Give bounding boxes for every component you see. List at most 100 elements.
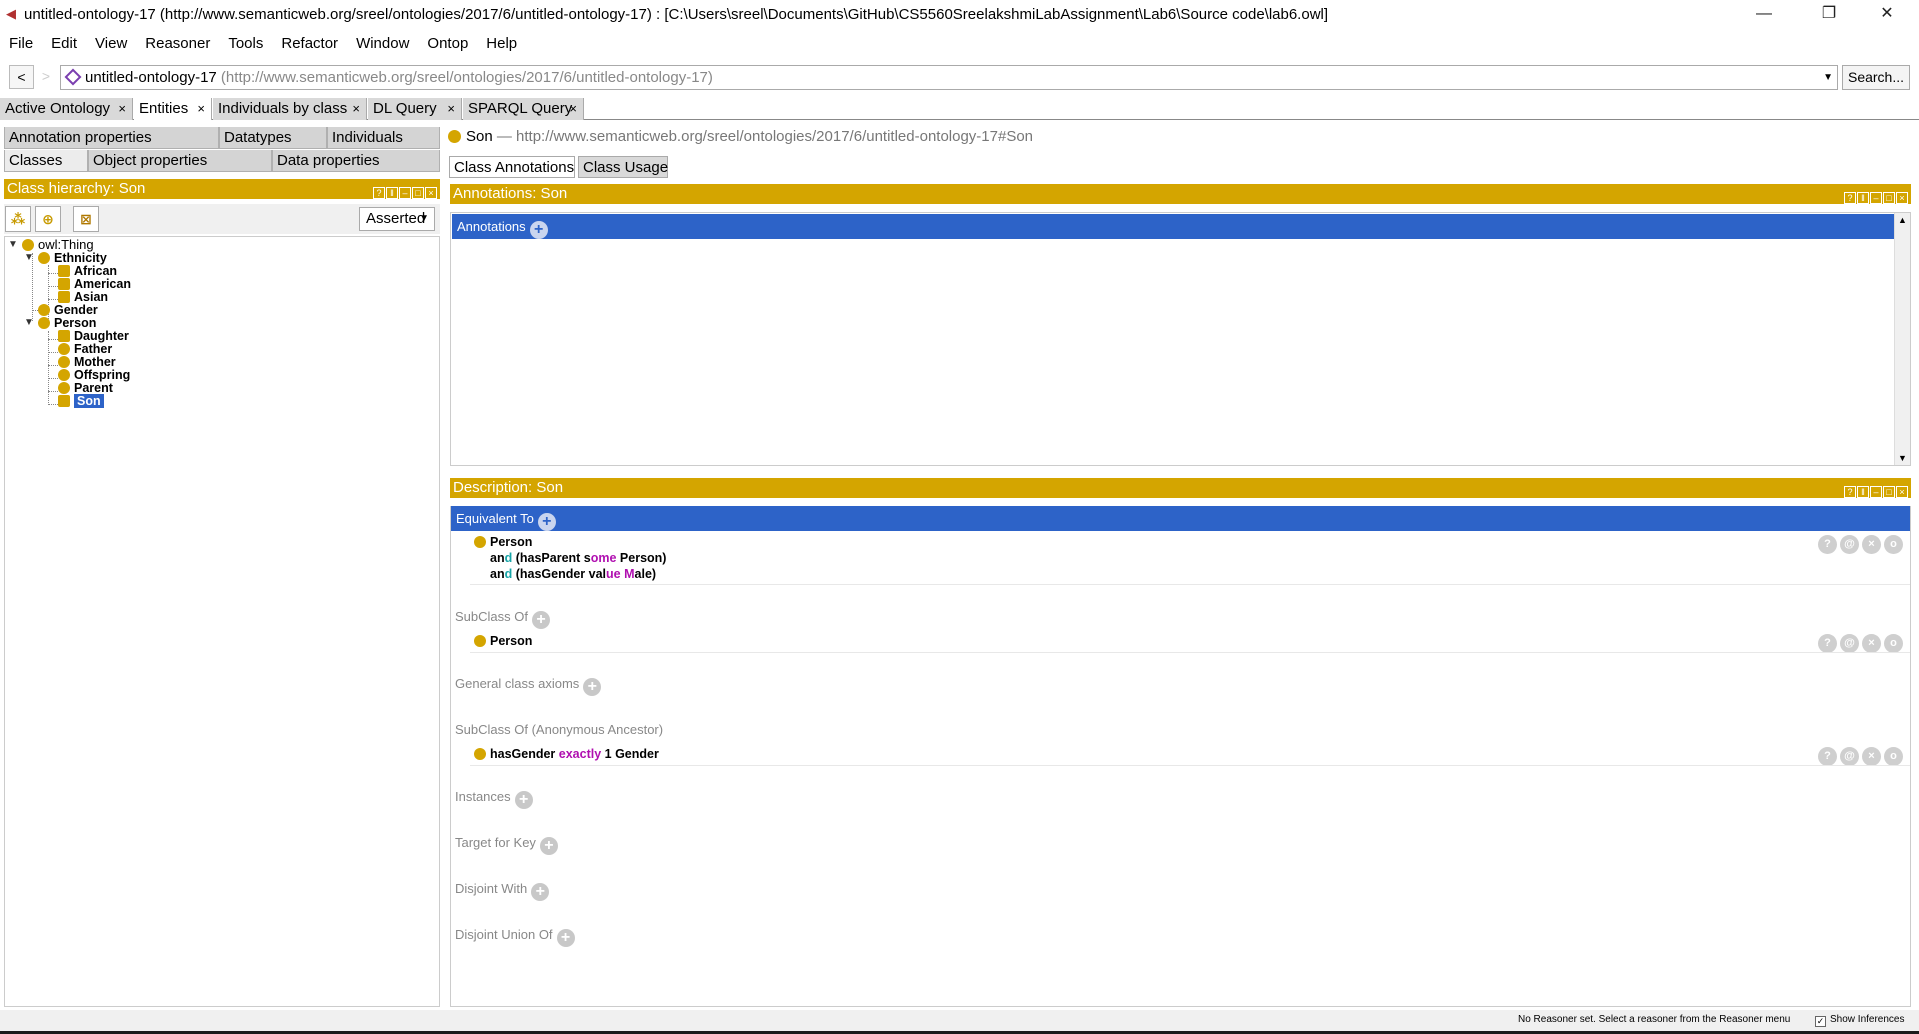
explain-icon[interactable]: ? — [1818, 634, 1837, 653]
maximize-view-icon[interactable]: □ — [1883, 192, 1895, 204]
add-sibling-class-icon[interactable]: ⊕ — [35, 206, 61, 232]
close-tab-icon[interactable]: × — [118, 98, 126, 119]
menu-bar: File Edit View Reasoner Tools Refactor Window O… — [0, 33, 1919, 57]
subtab-data-properties[interactable]: Data properties — [272, 150, 440, 172]
collapse-icon[interactable]: ▼ — [8, 239, 18, 250]
close-tab-icon[interactable]: × — [569, 98, 577, 119]
dropdown-arrow-icon: ▼ — [419, 213, 429, 224]
help-icon[interactable]: ? — [373, 187, 385, 199]
minimize-view-icon[interactable]: – — [1870, 192, 1882, 204]
ontology-selector[interactable]: untitled-ontology-17 (http://www.semanti… — [60, 65, 1838, 90]
close-tab-icon[interactable]: × — [447, 98, 455, 119]
subtab-datatypes[interactable]: Datatypes — [219, 127, 327, 149]
split-icon[interactable]: ‖ — [1857, 486, 1869, 498]
class-hierarchy-tree: ▼ owl:Thing ▼ Ethnicity African American… — [4, 236, 440, 1007]
add-disjoint-icon[interactable]: + — [531, 883, 550, 901]
subtab-classes[interactable]: Classes — [4, 150, 88, 172]
add-equivalent-icon[interactable]: + — [537, 513, 556, 531]
subtab-object-properties[interactable]: Object properties — [88, 150, 272, 172]
tab-individuals-by-class[interactable]: Individuals by class × — [213, 98, 367, 120]
close-view-icon[interactable]: × — [1896, 192, 1908, 204]
menu-help[interactable]: Help — [477, 33, 526, 52]
delete-icon[interactable]: × — [1862, 535, 1881, 554]
menu-refactor[interactable]: Refactor — [272, 33, 347, 52]
annotations-list: Annotations + ▲ ▼ — [450, 212, 1911, 466]
annotate-icon[interactable]: @ — [1840, 634, 1859, 653]
explain-icon[interactable]: ? — [1818, 535, 1837, 554]
menu-reasoner[interactable]: Reasoner — [136, 33, 219, 52]
maximize-view-icon[interactable]: □ — [1883, 486, 1895, 498]
annotate-icon[interactable]: @ — [1840, 747, 1859, 766]
add-instance-icon[interactable]: + — [514, 791, 533, 809]
forward-button[interactable]: > — [36, 65, 56, 89]
menu-tools[interactable]: Tools — [219, 33, 272, 52]
tree-connector — [48, 331, 49, 405]
menu-edit[interactable]: Edit — [42, 33, 86, 52]
maximize-view-icon[interactable]: □ — [412, 187, 424, 199]
help-icon[interactable]: ? — [1844, 486, 1856, 498]
window-title: untitled-ontology-17 (http://www.semanti… — [24, 6, 1329, 23]
section-label: Equivalent To — [456, 511, 534, 526]
tab-class-annotations[interactable]: Class Annotations — [449, 156, 575, 178]
tree-connector — [48, 273, 58, 274]
edit-icon[interactable]: o — [1884, 634, 1903, 653]
add-disjoint-union-icon[interactable]: + — [556, 929, 575, 947]
dropdown-arrow-icon[interactable]: ▼ — [1823, 72, 1833, 83]
scroll-down-icon[interactable]: ▼ — [1898, 453, 1907, 463]
help-icon[interactable]: ? — [1844, 192, 1856, 204]
close-window-button[interactable]: ✕ — [1858, 0, 1916, 30]
split-icon[interactable]: ‖ — [1857, 192, 1869, 204]
show-inferences-toggle[interactable]: ✓ Show Inferences — [1815, 1014, 1905, 1027]
tab-class-usage[interactable]: Class Usage — [578, 156, 668, 178]
annotate-icon[interactable]: @ — [1840, 535, 1859, 554]
explain-icon[interactable]: ? — [1818, 747, 1837, 766]
equivalent-axiom-line-1[interactable]: Person — [474, 534, 532, 550]
add-general-axiom-icon[interactable]: + — [583, 678, 602, 696]
delete-class-icon[interactable]: ⊠ — [73, 206, 99, 232]
split-icon[interactable]: ‖ — [386, 187, 398, 199]
edit-icon[interactable]: o — [1884, 535, 1903, 554]
description-header: Description: Son ? ‖ – □ × — [450, 478, 1911, 498]
close-tab-icon[interactable]: × — [197, 98, 205, 119]
tab-active-ontology[interactable]: Active Ontology × — [0, 98, 133, 120]
restore-button[interactable]: ❐ — [1800, 0, 1858, 30]
add-annotation-icon[interactable]: + — [529, 221, 548, 239]
tab-sparql-query[interactable]: SPARQL Query × — [463, 98, 584, 120]
close-view-icon[interactable]: × — [1896, 486, 1908, 498]
add-subclass-icon[interactable]: ⁂ — [5, 206, 31, 232]
tab-entities[interactable]: Entities × — [134, 98, 212, 120]
search-button[interactable]: Search... — [1842, 65, 1910, 90]
scroll-up-icon[interactable]: ▲ — [1898, 215, 1907, 225]
tree-node-son[interactable]: Son — [58, 393, 104, 409]
back-button[interactable]: < — [9, 65, 34, 89]
minimize-button[interactable]: — — [1735, 0, 1793, 30]
anonymous-ancestor-axiom[interactable]: hasGender exactly 1 Gender — [474, 746, 659, 762]
menu-view[interactable]: View — [86, 33, 136, 52]
defined-class-icon — [58, 395, 70, 407]
tab-dl-query[interactable]: DL Query × — [368, 98, 462, 120]
class-hierarchy-toolbar: ⁂ ⊕ ⊠ Asserted ▼ — [4, 204, 440, 234]
axiom-action-icons: ? @ × o — [1818, 534, 1906, 554]
subclass-axiom[interactable]: Person — [474, 633, 532, 649]
add-superclass-icon[interactable]: + — [531, 611, 550, 629]
minimize-view-icon[interactable]: – — [399, 187, 411, 199]
edit-icon[interactable]: o — [1884, 747, 1903, 766]
menu-ontop[interactable]: Ontop — [418, 33, 477, 52]
class-icon — [448, 130, 461, 143]
menu-window[interactable]: Window — [347, 33, 418, 52]
hierarchy-mode-select[interactable]: Asserted ▼ — [359, 207, 435, 231]
close-tab-icon[interactable]: × — [352, 98, 360, 119]
subtab-individuals[interactable]: Individuals — [327, 127, 440, 149]
delete-icon[interactable]: × — [1862, 747, 1881, 766]
class-icon — [474, 536, 486, 548]
collapse-icon[interactable]: ▼ — [24, 252, 34, 263]
annotations-scrollbar[interactable]: ▲ ▼ — [1894, 213, 1910, 465]
subtab-annotation-properties[interactable]: Annotation properties — [4, 127, 219, 149]
minimize-view-icon[interactable]: – — [1870, 486, 1882, 498]
close-view-icon[interactable]: × — [425, 187, 437, 199]
menu-file[interactable]: File — [0, 33, 42, 52]
add-key-icon[interactable]: + — [539, 837, 558, 855]
delete-icon[interactable]: × — [1862, 634, 1881, 653]
checkbox-icon[interactable]: ✓ — [1815, 1016, 1826, 1027]
collapse-icon[interactable]: ▼ — [24, 317, 34, 328]
